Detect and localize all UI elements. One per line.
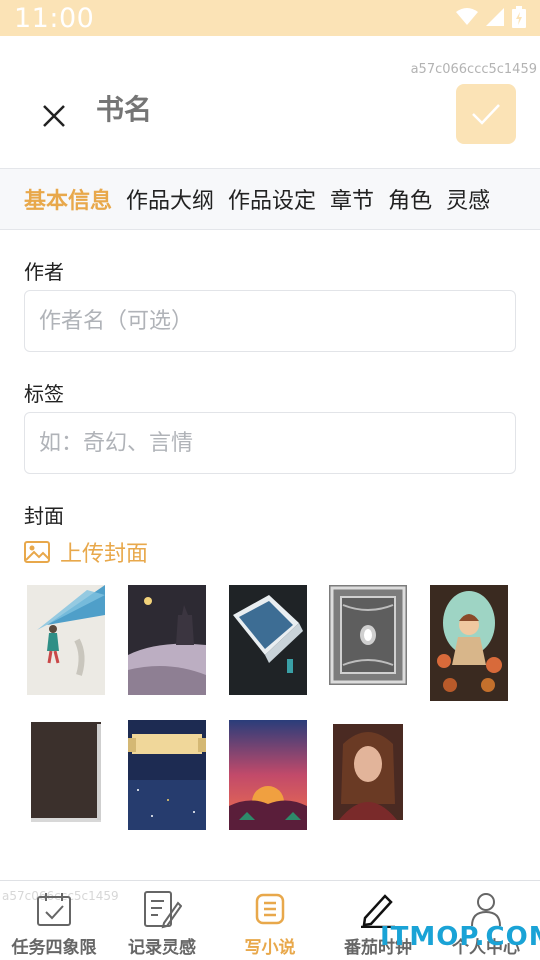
cover-option[interactable]	[27, 585, 105, 695]
editor-header	[0, 80, 540, 150]
tags-input[interactable]	[24, 412, 516, 474]
battery-icon	[512, 6, 526, 28]
tab-chapters[interactable]: 章节	[330, 183, 374, 215]
section-tabs: 基本信息 作品大纲 作品设定 章节 角色 灵感	[0, 168, 540, 230]
nav-label: 写小说	[244, 938, 296, 958]
check-icon	[472, 104, 500, 125]
cover-option[interactable]	[430, 585, 508, 701]
status-bar: 11:00	[0, 0, 540, 36]
upload-cover-button[interactable]: 上传封面	[24, 536, 148, 568]
cover-option[interactable]	[229, 720, 307, 830]
cover-label: 封面	[24, 504, 64, 528]
tab-characters[interactable]: 角色	[388, 183, 432, 215]
close-button[interactable]	[36, 98, 72, 134]
cover-option[interactable]	[27, 720, 105, 824]
document-list-icon	[250, 889, 290, 929]
signal-icon	[486, 8, 504, 26]
cover-dark-book-image	[27, 720, 105, 824]
calendar-check-icon	[34, 889, 74, 929]
nav-item-write-novel[interactable]: 写小说	[216, 881, 324, 960]
cover-option[interactable]	[128, 585, 206, 695]
status-icons	[456, 6, 526, 28]
cover-option[interactable]	[229, 585, 307, 695]
nav-label: 记录灵感	[128, 938, 196, 958]
nav-item-inspiration[interactable]: 记录灵感	[108, 881, 216, 960]
wifi-icon	[456, 8, 478, 25]
status-time: 11:00	[14, 3, 95, 34]
note-pen-icon	[142, 889, 182, 929]
cover-silver-frame-image	[329, 585, 407, 685]
tab-inspiration[interactable]: 灵感	[446, 183, 490, 215]
tab-settings[interactable]: 作品设定	[228, 183, 316, 215]
cover-option[interactable]	[128, 720, 206, 830]
image-icon	[24, 541, 50, 563]
device-id-watermark: a57c066ccc5c1459	[410, 62, 537, 77]
author-input[interactable]	[24, 290, 516, 352]
cover-sunset-image	[229, 720, 307, 830]
cover-girl-mushrooms-image	[430, 585, 508, 701]
cover-portrait-image	[333, 724, 403, 820]
cover-castle-night-image	[128, 585, 206, 695]
upload-cover-label: 上传封面	[60, 542, 149, 567]
author-label: 作者	[24, 260, 64, 284]
cover-starry-banner-image	[128, 720, 206, 830]
nav-label: 任务四象限	[11, 938, 97, 958]
tab-basic-info[interactable]: 基本信息	[24, 183, 112, 215]
cover-option[interactable]	[329, 585, 407, 685]
tags-label: 标签	[24, 382, 64, 406]
tab-outline[interactable]: 作品大纲	[126, 183, 214, 215]
cover-open-book-image	[229, 585, 307, 695]
cover-option[interactable]	[333, 724, 403, 820]
confirm-button[interactable]	[456, 84, 516, 144]
book-title-input[interactable]	[96, 94, 396, 126]
cover-girl-light-image	[27, 585, 105, 695]
nav-item-tasks[interactable]: 任务四象限	[0, 881, 108, 960]
site-watermark: ITMOP.COM	[380, 922, 540, 952]
close-icon	[43, 105, 65, 127]
